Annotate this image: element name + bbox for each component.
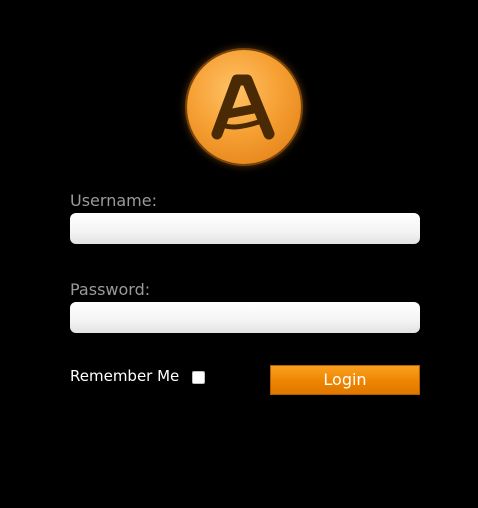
app-logo-icon [187,50,301,164]
password-input[interactable] [70,302,420,333]
login-button[interactable]: Login [270,365,420,395]
remember-me-label: Remember Me [70,367,180,385]
username-input[interactable] [70,213,420,244]
remember-me-checkbox[interactable] [192,371,205,384]
password-label: Password: [70,280,151,299]
logo-letter-a-icon [211,74,275,140]
username-label: Username: [70,191,157,210]
